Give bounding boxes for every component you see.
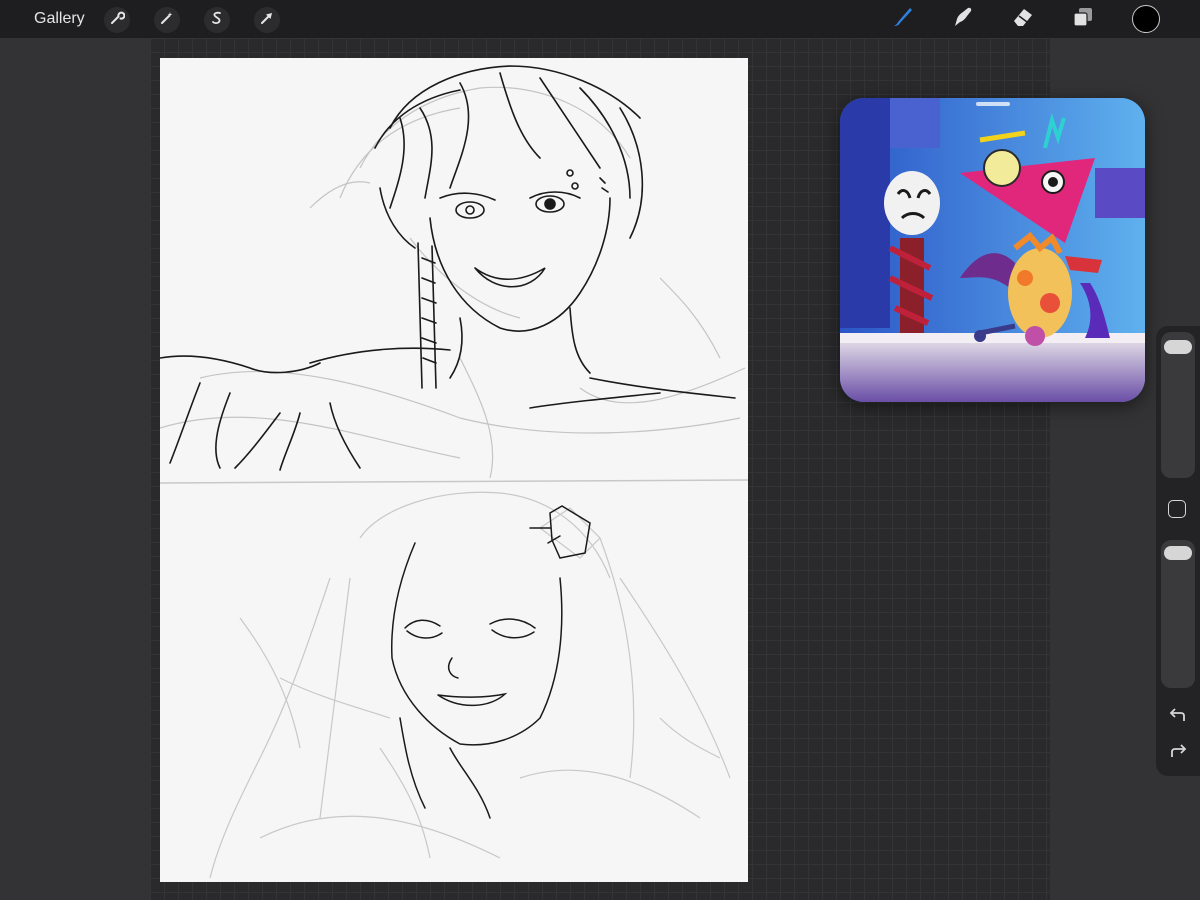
brush-tool-button[interactable]: [887, 4, 917, 34]
square-modify-icon[interactable]: [1168, 500, 1186, 518]
bottom-character-lineart: [390, 505, 591, 819]
opacity-slider[interactable]: [1161, 540, 1195, 688]
redo-button[interactable]: [1165, 742, 1191, 764]
selection-s-icon: [209, 10, 225, 31]
selection-button[interactable]: [204, 7, 230, 33]
reference-image: [840, 98, 1145, 402]
top-toolbar: Gallery: [0, 0, 1200, 38]
drawing-canvas[interactable]: [160, 58, 748, 882]
layers-icon: [1070, 4, 1096, 35]
redo-icon: [1168, 743, 1188, 764]
eraser-icon: [1010, 4, 1036, 35]
right-sidebar: [1156, 326, 1200, 776]
color-swatch-button[interactable]: [1132, 5, 1160, 33]
transform-button[interactable]: [254, 7, 280, 33]
wrench-icon: [109, 10, 126, 31]
brush-size-slider-thumb[interactable]: [1164, 340, 1192, 354]
layers-button[interactable]: [1068, 4, 1098, 34]
brush-icon: [889, 4, 915, 35]
smudge-icon: [949, 4, 975, 35]
opacity-slider-thumb[interactable]: [1164, 546, 1192, 560]
eraser-tool-button[interactable]: [1008, 4, 1038, 34]
smudge-tool-button[interactable]: [947, 4, 977, 34]
arrow-cursor-icon: [259, 10, 275, 31]
reference-drag-handle[interactable]: [976, 102, 1010, 106]
undo-icon: [1168, 707, 1188, 728]
bottom-rough-sketch: [209, 491, 731, 879]
procreate-app: Gallery: [0, 0, 1200, 900]
reference-window[interactable]: [840, 98, 1145, 402]
actions-button[interactable]: [104, 7, 130, 33]
sketch-artwork: [160, 65, 748, 879]
undo-button[interactable]: [1165, 706, 1191, 728]
brush-size-slider[interactable]: [1161, 332, 1195, 478]
magic-wand-icon: [159, 10, 175, 31]
top-rough-sketch: [160, 86, 746, 479]
top-character-lineart: [160, 65, 736, 471]
gallery-button[interactable]: Gallery: [34, 10, 85, 28]
adjustments-button[interactable]: [154, 7, 180, 33]
